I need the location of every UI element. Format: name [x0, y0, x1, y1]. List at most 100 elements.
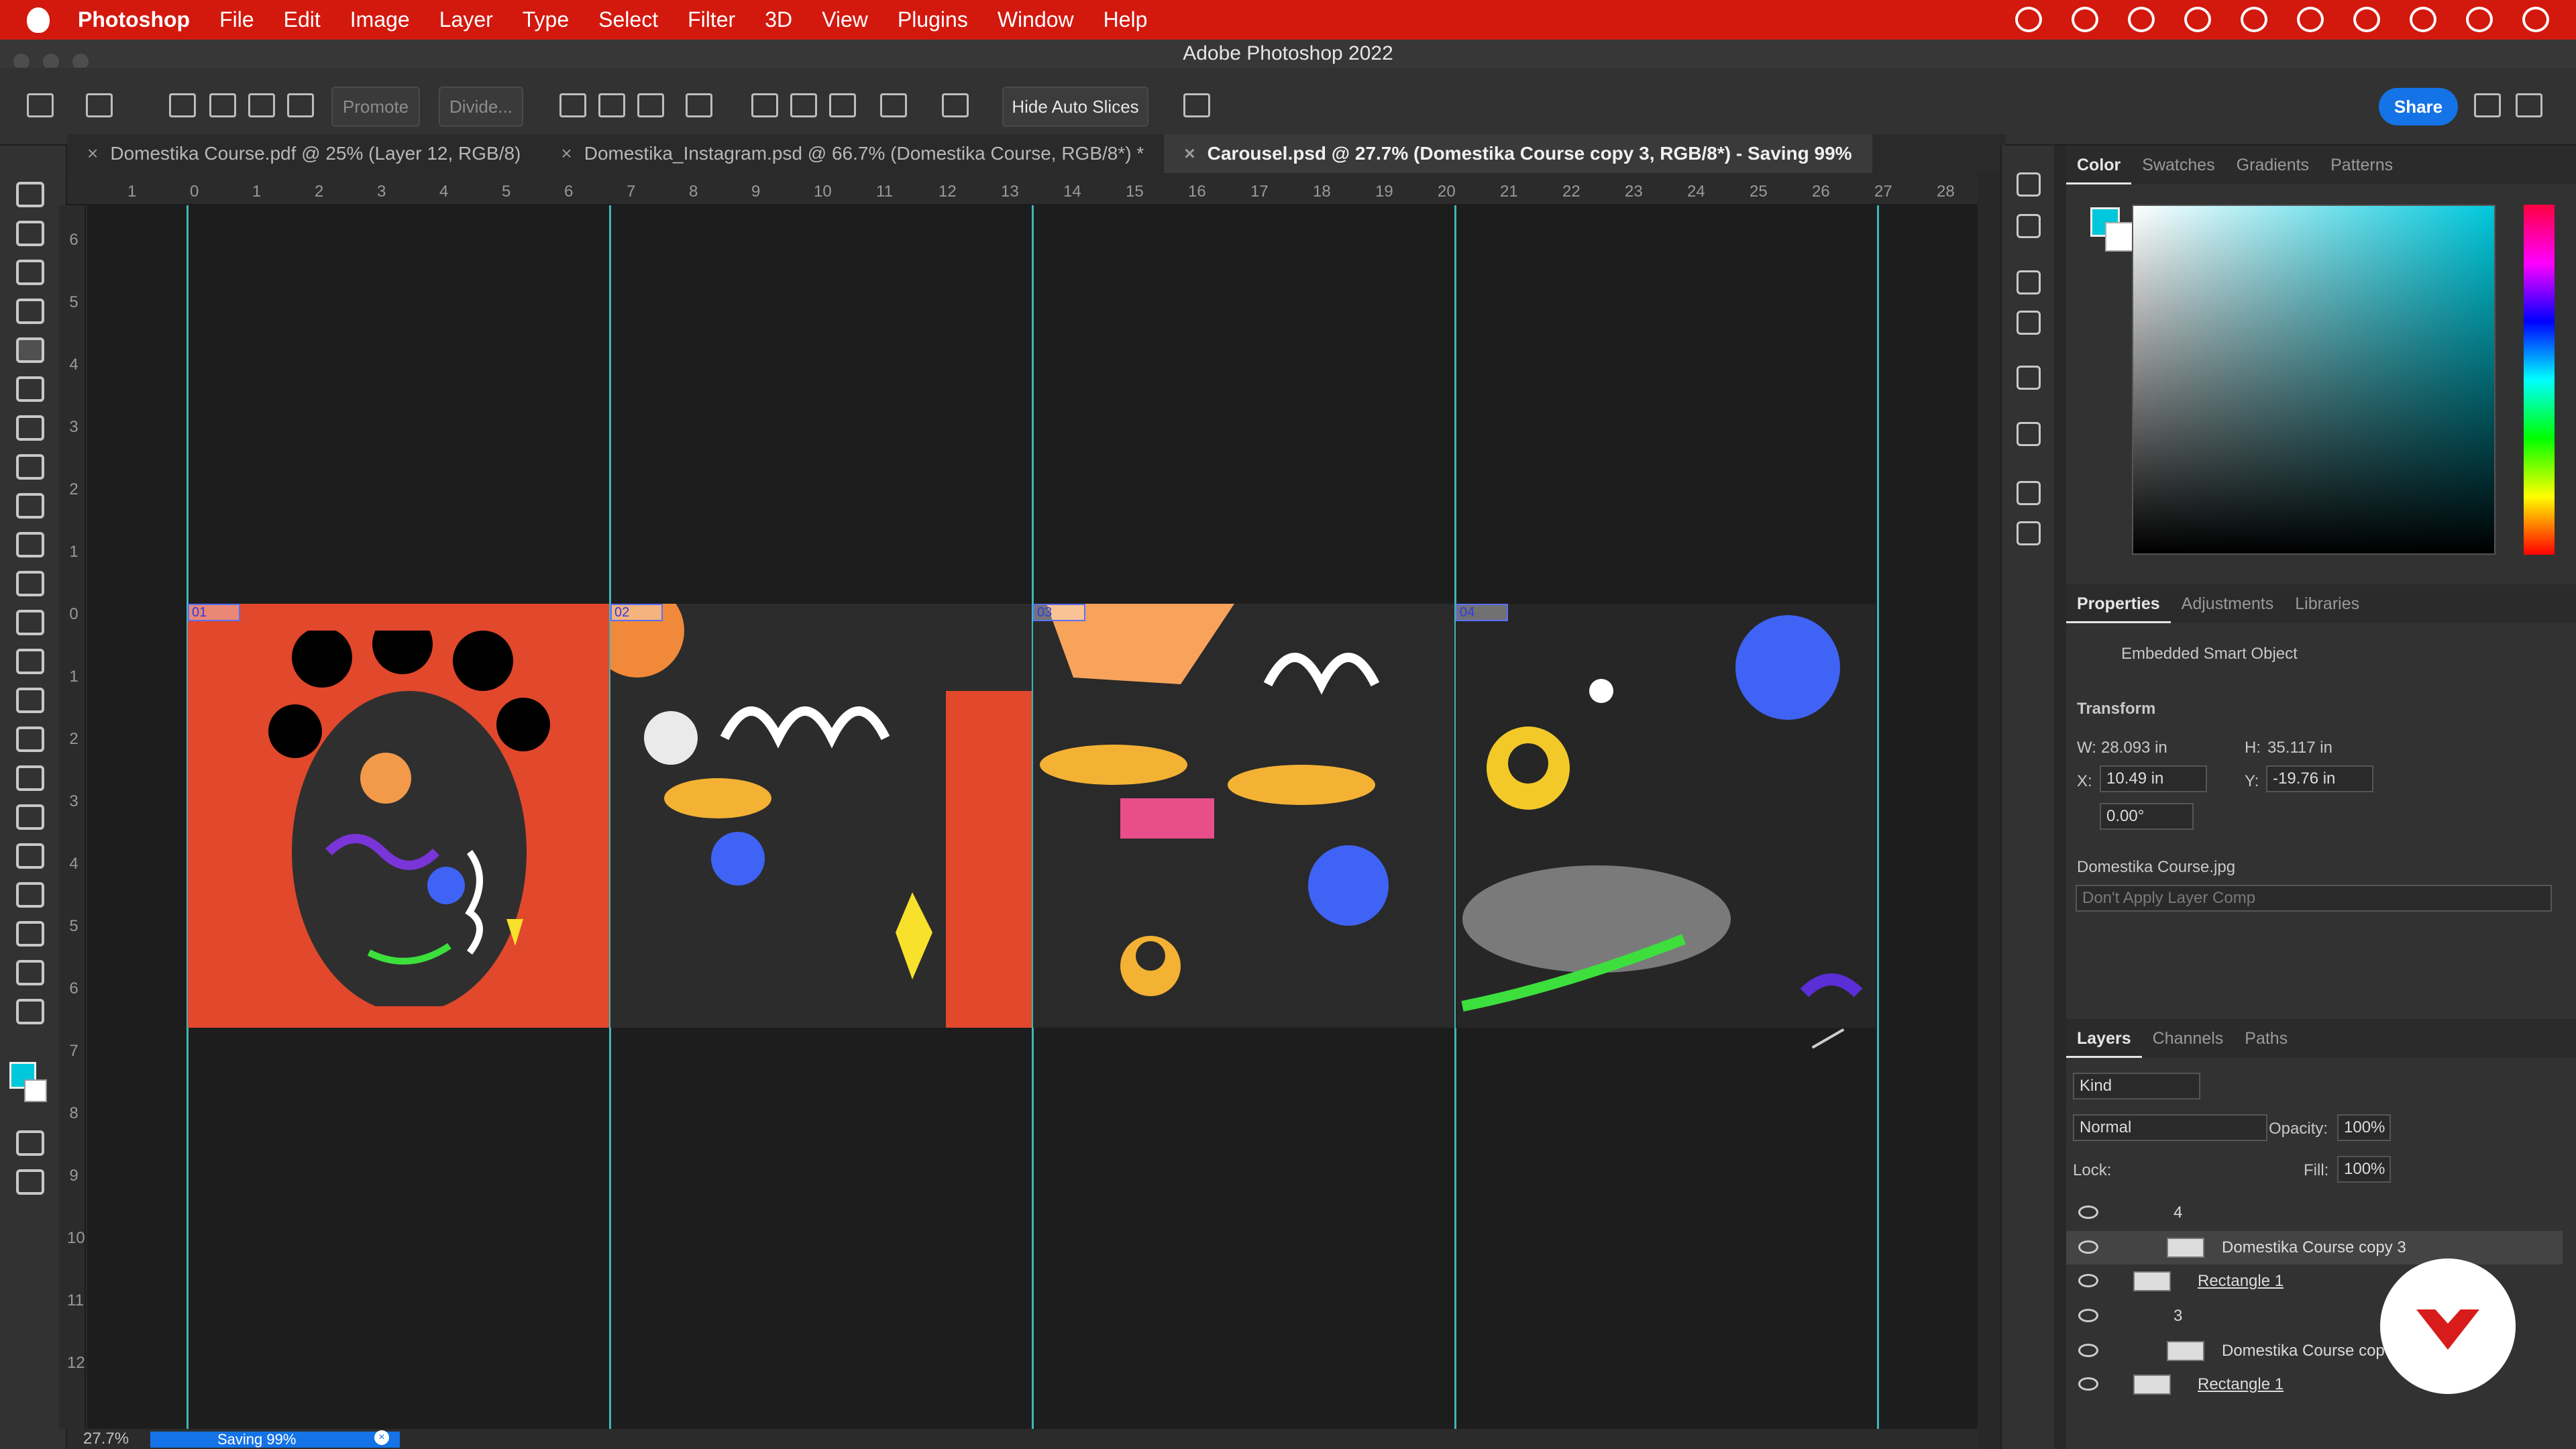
zoom-level[interactable]: 27.7%: [83, 1429, 129, 1449]
wifi-icon[interactable]: [2466, 7, 2493, 32]
status-icon[interactable]: [2128, 7, 2155, 32]
hide-auto-slices-button[interactable]: Hide Auto Slices: [1002, 87, 1148, 127]
blur-tool-icon[interactable]: [16, 688, 44, 713]
menu-type[interactable]: Type: [523, 7, 569, 32]
align-left-icon[interactable]: [559, 93, 586, 117]
path-select-tool-icon[interactable]: [16, 843, 44, 869]
share-button[interactable]: Share: [2379, 88, 2458, 125]
align-center-icon[interactable]: [598, 93, 625, 117]
align-right-icon[interactable]: [637, 93, 664, 117]
menu-window[interactable]: Window: [998, 7, 1074, 32]
menu-image[interactable]: Image: [350, 7, 410, 32]
eye-icon[interactable]: [2078, 1344, 2098, 1357]
y-field[interactable]: -19.76 in: [2266, 765, 2373, 792]
marquee-tool-icon[interactable]: [16, 221, 44, 246]
hue-slider[interactable]: [2524, 205, 2555, 555]
brush-tool-icon[interactable]: [16, 493, 44, 519]
healing-tool-icon[interactable]: [16, 454, 44, 480]
eye-icon[interactable]: [2078, 1274, 2098, 1287]
status-icon[interactable]: [2015, 7, 2042, 32]
menu-app[interactable]: Photoshop: [78, 7, 190, 32]
tab-channels[interactable]: Channels: [2142, 1019, 2235, 1058]
fill-field[interactable]: 100%: [2337, 1156, 2391, 1183]
carousel-panel-3[interactable]: 03: [1033, 604, 1454, 1028]
distribute-icon[interactable]: [880, 93, 907, 117]
frame-tool-icon[interactable]: [16, 376, 44, 402]
tab-paths[interactable]: Paths: [2234, 1019, 2298, 1058]
slice-tool-icon[interactable]: [16, 337, 44, 363]
brushes-icon[interactable]: [2017, 270, 2041, 294]
home-icon[interactable]: [27, 93, 54, 117]
menu-filter[interactable]: Filter: [688, 7, 735, 32]
adjust-icon[interactable]: [2017, 311, 2041, 335]
promote-button[interactable]: Promote: [331, 87, 420, 127]
object-select-tool-icon[interactable]: [16, 299, 44, 324]
tab-adjustments[interactable]: Adjustments: [2171, 584, 2285, 623]
rectangle-tool-icon[interactable]: [16, 882, 44, 908]
tab-color[interactable]: Color: [2066, 146, 2132, 184]
history-brush-icon[interactable]: [16, 571, 44, 596]
close-icon[interactable]: ×: [561, 143, 572, 164]
guide-line[interactable]: [1877, 205, 1879, 1429]
slice-option-icon[interactable]: [169, 93, 196, 117]
angle-field[interactable]: 0.00°: [2100, 803, 2194, 830]
opacity-field[interactable]: 100%: [2337, 1114, 2391, 1141]
menu-file[interactable]: File: [219, 7, 254, 32]
slice-options-icon[interactable]: [1183, 93, 1210, 117]
search-icon[interactable]: [2474, 93, 2501, 117]
type-tool-icon[interactable]: [16, 804, 44, 830]
menu-layer[interactable]: Layer: [439, 7, 493, 32]
menu-help[interactable]: Help: [1104, 7, 1148, 32]
bucket-tool-icon[interactable]: [16, 649, 44, 674]
styles-icon[interactable]: [2017, 366, 2041, 390]
width-value[interactable]: 28.093 in: [2101, 739, 2167, 757]
more-icon[interactable]: [942, 93, 969, 117]
tab-document-3[interactable]: × Carousel.psd @ 27.7% (Domestika Course …: [1164, 134, 1872, 173]
divide-button[interactable]: Divide...: [439, 87, 523, 127]
color-field[interactable]: [2132, 205, 2496, 555]
eraser-tool-icon[interactable]: [16, 610, 44, 635]
menu-select[interactable]: Select: [598, 7, 658, 32]
background-color-chip[interactable]: [2105, 222, 2135, 252]
character-icon[interactable]: [2017, 481, 2041, 505]
lasso-tool-icon[interactable]: [16, 260, 44, 285]
slice-option-icon[interactable]: [209, 93, 236, 117]
workspace-icon[interactable]: [2516, 93, 2542, 117]
eye-icon[interactable]: [2078, 1377, 2098, 1391]
actions-icon[interactable]: [2017, 214, 2041, 238]
carousel-panel-4[interactable]: 04: [1456, 604, 1877, 1028]
x-field[interactable]: 10.49 in: [2100, 765, 2207, 792]
screen-mode-icon[interactable]: [16, 1169, 44, 1195]
apple-icon[interactable]: [27, 7, 50, 33]
eyedropper-tool-icon[interactable]: [16, 415, 44, 441]
menu-3d[interactable]: 3D: [765, 7, 792, 32]
shapes-icon[interactable]: [2017, 422, 2041, 446]
paragraph-icon[interactable]: [2017, 521, 2041, 545]
status-icon[interactable]: [2184, 7, 2211, 32]
tab-libraries[interactable]: Libraries: [2284, 584, 2370, 623]
slice-option-icon[interactable]: [248, 93, 275, 117]
height-value[interactable]: 35.117 in: [2267, 739, 2332, 757]
eye-icon[interactable]: [2078, 1240, 2098, 1254]
eye-icon[interactable]: [2078, 1205, 2098, 1219]
close-icon[interactable]: ×: [1184, 143, 1195, 164]
more-tools-icon[interactable]: [16, 999, 44, 1024]
blend-mode-select[interactable]: Normal: [2073, 1114, 2267, 1141]
tab-document-1[interactable]: × Domestika Course.pdf @ 25% (Layer 12, R…: [67, 134, 541, 173]
layer-row[interactable]: 4: [2066, 1196, 2563, 1230]
menu-edit[interactable]: Edit: [284, 7, 321, 32]
stamp-tool-icon[interactable]: [16, 532, 44, 557]
tab-swatches[interactable]: Swatches: [2131, 146, 2225, 184]
cancel-save-icon[interactable]: ×: [374, 1430, 389, 1445]
menu-plugins[interactable]: Plugins: [898, 7, 968, 32]
tab-layers[interactable]: Layers: [2066, 1019, 2142, 1058]
layer-comp-select[interactable]: Don't Apply Layer Comp: [2076, 885, 2552, 912]
history-icon[interactable]: [2017, 172, 2041, 197]
tab-gradients[interactable]: Gradients: [2226, 146, 2320, 184]
carousel-panel-1[interactable]: 01: [188, 604, 609, 1028]
quick-mask-icon[interactable]: [16, 1130, 44, 1156]
background-swatch[interactable]: [24, 1079, 47, 1102]
tab-patterns[interactable]: Patterns: [2320, 146, 2404, 184]
control-center-icon[interactable]: [2522, 7, 2549, 32]
eye-icon[interactable]: [2078, 1309, 2098, 1322]
